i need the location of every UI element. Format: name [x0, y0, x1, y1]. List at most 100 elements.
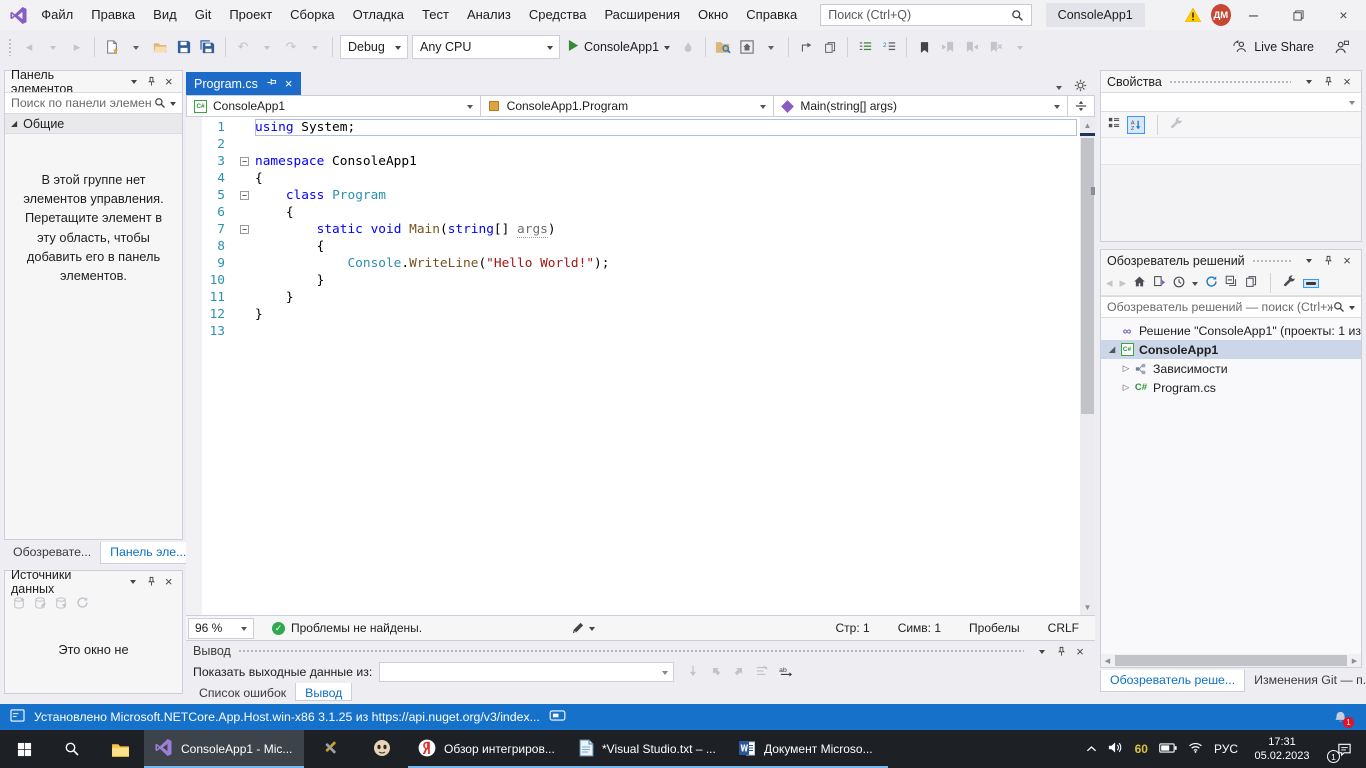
clear-all-icon[interactable]	[756, 665, 768, 680]
code-text[interactable]: }	[255, 306, 1077, 323]
type-dropdown[interactable]: ConsoleApp1.Program	[480, 95, 774, 117]
window-position-caret[interactable]	[126, 574, 141, 590]
clock[interactable]: 17:31 05.02.2023	[1249, 735, 1315, 764]
action-center-button[interactable]: 1	[1326, 730, 1362, 768]
pin-icon[interactable]	[144, 574, 159, 590]
menu-item-11[interactable]: Окно	[689, 0, 737, 30]
find-in-files-button[interactable]	[712, 35, 734, 59]
document-tab-program-cs[interactable]: Program.cs ×	[186, 72, 301, 95]
code-text[interactable]: }	[255, 272, 1077, 289]
battery-icon[interactable]	[1159, 742, 1177, 756]
window-position-caret[interactable]	[1301, 253, 1317, 269]
toolbox-title-bar[interactable]: Панель элементов ×	[5, 71, 182, 92]
member-dropdown[interactable]: Main(string[] args)	[773, 95, 1067, 117]
scroll-up-arrow[interactable]: ▲	[1080, 118, 1095, 132]
output-title-bar[interactable]: Вывод ×	[186, 640, 1095, 661]
window-position-caret[interactable]	[1034, 643, 1050, 659]
clear-bookmarks-button[interactable]	[985, 35, 1007, 59]
prev-message-icon[interactable]	[710, 665, 722, 680]
toolbox-group-header[interactable]: ◢ Общие	[5, 114, 182, 134]
taskbar-app-vs[interactable]: ConsoleApp1 - Mic...	[144, 730, 304, 768]
code-lines[interactable]: 1using System;23−namespace ConsoleApp14{…	[186, 117, 1080, 615]
solution-name-chip[interactable]: ConsoleApp1	[1046, 3, 1145, 27]
code-line[interactable]: 1using System;	[186, 119, 1080, 136]
menu-item-8[interactable]: Анализ	[458, 0, 520, 30]
close-icon[interactable]: ×	[285, 76, 293, 91]
next-message-icon[interactable]	[733, 665, 745, 680]
view-output-icon[interactable]	[549, 710, 566, 724]
close-icon[interactable]: ×	[1072, 643, 1088, 659]
right-tab-0[interactable]: Обозреватель реше...	[1100, 670, 1245, 692]
code-text[interactable]: namespace ConsoleApp1	[255, 153, 1077, 170]
solution-explorer-title-bar[interactable]: Обозреватель решений ×	[1101, 250, 1361, 271]
code-text[interactable]: class Program	[255, 187, 1077, 204]
collapse-region-icon[interactable]: −	[240, 157, 249, 166]
output-source-select[interactable]	[379, 662, 674, 682]
toggle-word-wrap-icon[interactable]: ab	[779, 665, 793, 680]
find-message-icon[interactable]	[687, 665, 699, 680]
alphabetical-sort-icon[interactable]: AZ	[1127, 116, 1145, 134]
code-line[interactable]: 11 }	[186, 289, 1080, 306]
window-position-caret[interactable]	[1301, 74, 1317, 90]
menu-item-6[interactable]: Отладка	[344, 0, 413, 30]
menu-item-0[interactable]: Файл	[32, 0, 82, 30]
copy-structure-button[interactable]	[819, 35, 841, 59]
minimize-button[interactable]	[1231, 0, 1276, 30]
close-icon[interactable]: ×	[1339, 253, 1355, 269]
solution-tree[interactable]: ∞Решение "ConsoleApp1" (проекты: 1 из 1)…	[1101, 318, 1361, 654]
start-button[interactable]	[0, 730, 48, 768]
taskbar-app-game[interactable]	[356, 730, 408, 768]
horizontal-scrollbar[interactable]: ◀ ▶	[1101, 654, 1361, 667]
categorized-view-icon[interactable]	[1108, 117, 1120, 132]
scrollbar-thumb[interactable]	[1081, 138, 1094, 414]
vertical-scrollbar[interactable]: ▲ ▼	[1080, 117, 1095, 615]
code-text[interactable]: }	[255, 289, 1077, 306]
menu-item-9[interactable]: Средства	[520, 0, 596, 30]
code-text[interactable]: static void Main(string[] args)	[255, 221, 1077, 238]
refresh-icon[interactable]	[1205, 275, 1218, 291]
zoom-select[interactable]: 96 %	[188, 618, 254, 639]
solution-explorer-search-input[interactable]: Обозреватель решений — поиск (Ctrl+ж	[1101, 296, 1361, 318]
save-all-button[interactable]	[197, 35, 219, 59]
forward-icon[interactable]: ▸	[1120, 275, 1127, 291]
column-indicator[interactable]: Симв: 1	[898, 621, 941, 635]
battery-percentage[interactable]: 60	[1135, 742, 1148, 756]
tree-item-3[interactable]: ▷C#Program.cs	[1101, 378, 1361, 397]
health-indicator[interactable]: ✓ Проблемы не найдены.	[272, 621, 422, 635]
open-file-button[interactable]	[149, 35, 171, 59]
filter-caret[interactable]	[1192, 282, 1198, 289]
pin-icon[interactable]	[1320, 74, 1336, 90]
close-icon[interactable]: ×	[161, 574, 176, 590]
code-line[interactable]: 9 Console.WriteLine("Hello World!");	[186, 255, 1080, 272]
tree-item-1[interactable]: ◢C#ConsoleApp1	[1101, 340, 1361, 359]
collapse-all-icon[interactable]	[1225, 275, 1238, 291]
properties-wrench-icon[interactable]	[1283, 275, 1296, 291]
code-cleanup-button[interactable]	[572, 622, 595, 634]
edit-data-source-icon[interactable]	[34, 597, 46, 612]
file-explorer-button[interactable]	[96, 730, 144, 768]
tree-item-0[interactable]: ∞Решение "ConsoleApp1" (проекты: 1 из 1)	[1101, 321, 1361, 340]
wifi-icon[interactable]	[1188, 742, 1203, 756]
code-line[interactable]: 6 {	[186, 204, 1080, 221]
line-indicator[interactable]: Стр: 1	[836, 621, 870, 635]
indent-lines-icon[interactable]	[854, 35, 876, 59]
code-text[interactable]: {	[255, 170, 1077, 187]
scroll-right-arrow[interactable]: ▶	[1348, 657, 1361, 665]
output-tab-0[interactable]: Список ошибок	[190, 683, 295, 700]
close-button[interactable]: ×	[1321, 0, 1366, 30]
object-select[interactable]	[1101, 92, 1361, 112]
home-icon[interactable]	[1133, 275, 1146, 291]
code-line[interactable]: 13	[186, 323, 1080, 340]
taskbar-app-word[interactable]: Документ Microso...	[728, 730, 888, 768]
menu-item-2[interactable]: Вид	[144, 0, 186, 30]
code-editor[interactable]: 1using System;23−namespace ConsoleApp14{…	[186, 117, 1095, 615]
code-line[interactable]: 10 }	[186, 272, 1080, 289]
editor-options-gear-icon[interactable]	[1074, 79, 1087, 95]
project-dropdown[interactable]: C# ConsoleApp1	[186, 95, 480, 117]
search-icon[interactable]	[154, 97, 176, 109]
code-text[interactable]: using System;	[255, 119, 1077, 136]
notifications-bell[interactable]: 1	[1333, 710, 1356, 725]
properties-grid[interactable]	[1101, 138, 1361, 241]
close-icon[interactable]: ×	[1339, 74, 1355, 90]
undo-caret[interactable]	[256, 35, 278, 59]
